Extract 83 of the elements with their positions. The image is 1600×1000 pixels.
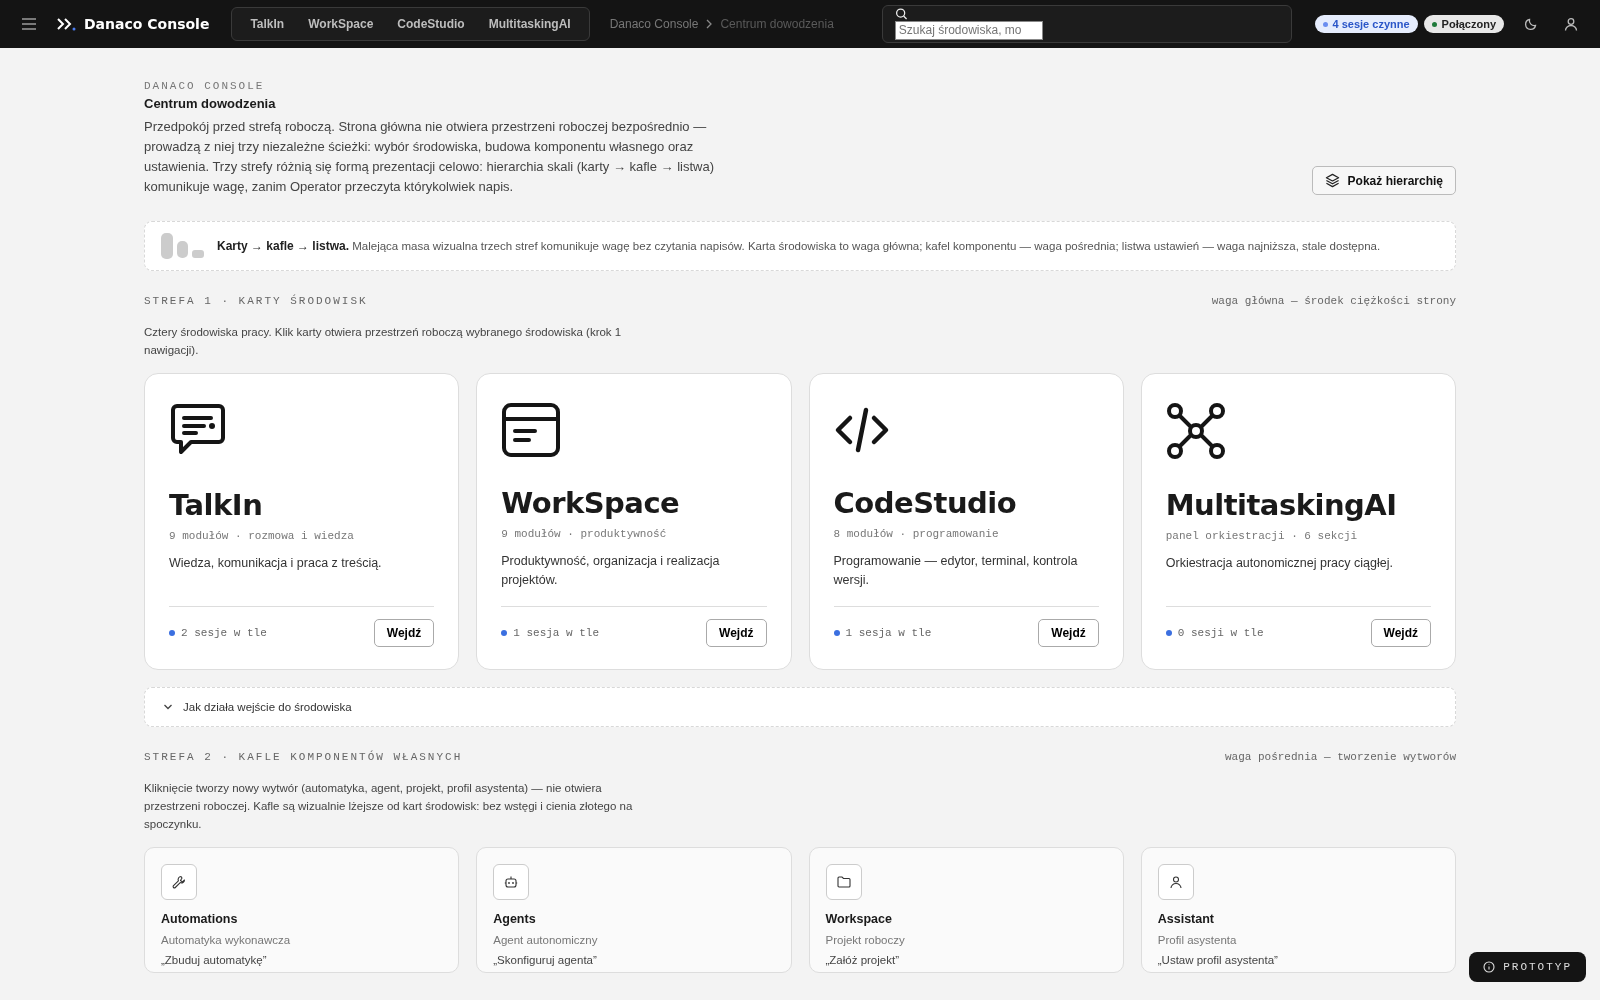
- robot-icon: [504, 875, 519, 889]
- brand-title[interactable]: Danaco Console: [84, 16, 210, 32]
- card-meta: panel orkiestracji · 6 sekcji: [1165, 530, 1359, 542]
- tile-action-text: „Zbuduj automatykę”: [161, 954, 268, 966]
- page-title: Centrum dowodzenia: [144, 96, 277, 111]
- section-description: Kliknięcie tworzy nowy wytwór (automatyka, agent, projekt, profil asystenta) — nie otwiera przestrzeni roboczej. Kafle są wizualnie lżejsze od kart środowisk: bez wstęgi i cienia złotego na spoczynku.: [144, 781, 634, 832]
- tile-subtitle: Agent autonomiczny: [493, 934, 599, 946]
- enter-button[interactable]: Wejdź: [1370, 619, 1431, 647]
- chevron-down-icon: [163, 702, 173, 712]
- card-description: Produktywność, organizacja i realizacja projektów.: [501, 553, 721, 589]
- enter-button[interactable]: Wejdź: [706, 619, 767, 647]
- component-tile[interactable]: Automations Automatyka wykonawcza „Zbuduj automatykę”: [144, 847, 460, 973]
- status-label: 4 sesje czynne: [1332, 18, 1410, 30]
- search-icon: [894, 8, 908, 20]
- scale-icon: [161, 233, 205, 259]
- card-title: MultitaskingAI: [1165, 488, 1398, 522]
- tile-title: Agents: [493, 912, 537, 926]
- breadcrumb-current: Centrum dowodzenia: [720, 17, 834, 31]
- tile-subtitle: Projekt roboczy: [825, 934, 906, 946]
- card-title: WorkSpace: [501, 486, 681, 520]
- section-caption: waga główna — środek ciężkości strony: [1211, 295, 1456, 307]
- tile-action-text: „Skonfiguruj agenta”: [493, 954, 598, 966]
- nav-tab[interactable]: MultitaskingAI: [476, 11, 583, 37]
- banner-text: Karty → kafle → listwa. Malejąca masa wizualna trzech stref komunikuje wagę bez czytania napisów. Karta środowiska to waga główna; kafel komponentu — waga pośrednia; listwa ustawień — waga najniższa, stale dostępna.: [217, 239, 1381, 253]
- tile-title: Automations: [161, 912, 239, 926]
- session-dot: [833, 630, 840, 636]
- layers-icon: [1324, 173, 1340, 188]
- session-count: 1 sesja w tle: [513, 627, 600, 639]
- card-title: TalkIn: [169, 488, 264, 522]
- environment-card[interactable]: CodeStudio 8 modułów · programowanie Programowanie — edytor, terminal, kontrola wersji. 1 sesja w tle Wejdź: [808, 373, 1124, 670]
- session-dot: [169, 630, 175, 636]
- environment-card[interactable]: WorkSpace 9 modułów · produktywność Produktywność, organizacja i realizacja projektów. 1 sesja w tle Wejdź: [476, 373, 792, 670]
- tile-title: Assistant: [1157, 912, 1216, 926]
- environment-card[interactable]: MultitaskingAI panel orkiestracji · 6 sekcji Orkiestracja autonomicznej pracy ciągłej. 0 sesji w tle Wejdź: [1140, 373, 1456, 670]
- chevron-right-icon: [706, 19, 713, 29]
- moon-icon[interactable]: [1524, 17, 1538, 31]
- folder-icon: [836, 876, 851, 888]
- tile-action-text: „Ustaw profil asystenta”: [1157, 954, 1279, 966]
- session-count: 2 sesje w tle: [181, 627, 267, 639]
- search-field[interactable]: Szukaj środowiska, mo: [894, 20, 1043, 40]
- user-icon: [1168, 875, 1183, 889]
- user-icon[interactable]: [1564, 17, 1578, 31]
- session-dot: [501, 630, 508, 636]
- section-heading: STREFA 1 · KARTY ŚRODOWISK: [144, 295, 368, 307]
- card-title: CodeStudio: [833, 486, 1018, 520]
- card-meta: 8 modułów · programowanie: [833, 528, 1000, 540]
- expander-row[interactable]: Jak działa wejście do środowiska: [144, 687, 1456, 727]
- badge-label: PROTOTYP: [1503, 961, 1572, 973]
- card-description: Programowanie — edytor, terminal, kontrola wersji.: [833, 553, 1079, 589]
- section-caption: waga pośrednia — tworzenie wytworów: [1224, 751, 1456, 763]
- info-icon: [1483, 961, 1496, 973]
- tile-action-text: „Załóż projekt”: [825, 954, 900, 966]
- nav-tab[interactable]: TalkIn: [238, 11, 297, 37]
- hierarchy-button[interactable]: Pokaż hierarchię: [1311, 166, 1456, 195]
- component-tile[interactable]: Assistant Profil asystenta „Ustaw profil asystenta”: [1140, 847, 1456, 973]
- section-heading: STREFA 2 · KAFLE KOMPONENTÓW WŁASNYCH: [144, 751, 463, 763]
- session-count: 0 sesji w tle: [1177, 627, 1264, 639]
- environment-card[interactable]: TalkIn 9 modułów · rozmowa i wiedza Wiedza, komunikacja i praca z treścią. 2 sesje w tle Wejdź: [144, 373, 460, 670]
- card-description: Wiedza, komunikacja i praca z treścią.: [169, 555, 383, 572]
- intro-paragraph: Przedpokój przed strefą roboczą. Strona główna nie otwiera przestrzeni roboczej bezpośrednio — prowadzą z niej trzy niezależne ścieżki: wybór środowiska, budowa komponentu własnego oraz ustawienia. Trzy strefy różnią się formą prezentacji celowo: hierarchia skali (karty → kafle → listwa) komunikuje wagę, zanim Operator przeczyta którykolwiek napis.: [144, 118, 716, 196]
- card-meta: 9 modułów · rozmowa i wiedza: [169, 530, 355, 542]
- card-meta: 9 modułów · produktywność: [501, 528, 668, 540]
- tile-subtitle: Profil asystenta: [1157, 934, 1238, 946]
- nav-tab[interactable]: WorkSpace: [296, 11, 386, 37]
- breadcrumb-link[interactable]: Danaco Console: [609, 17, 699, 31]
- status-label: Połączony: [1441, 18, 1496, 30]
- component-tile[interactable]: Agents Agent autonomiczny „Skonfiguruj agenta”: [476, 847, 792, 973]
- menu-icon[interactable]: [22, 18, 36, 30]
- wrench-icon: [172, 875, 186, 889]
- card-description: Orkiestracja autonomicznej pracy ciągłej.: [1165, 555, 1394, 572]
- network-icon: [1165, 402, 1226, 460]
- eyebrow-label: DANACO CONSOLE: [144, 80, 266, 92]
- session-dot: [1165, 630, 1172, 636]
- nav-tab[interactable]: CodeStudio: [385, 11, 477, 37]
- section-description: Cztery środowiska pracy. Klik karty otwiera przestrzeń roboczą wybranego środowiska (krok 1 nawigacji).: [144, 325, 623, 358]
- component-tile[interactable]: Workspace Projekt roboczy „Załóż projekt”: [808, 847, 1124, 973]
- session-count: 1 sesja w tle: [845, 627, 932, 639]
- tile-subtitle: Automatyka wykonawcza: [161, 934, 292, 946]
- enter-button[interactable]: Wejdź: [373, 619, 435, 647]
- enter-button[interactable]: Wejdź: [1038, 619, 1099, 647]
- browser-window-icon: [501, 402, 562, 458]
- chevrons-icon: [56, 17, 76, 31]
- tile-title: Workspace: [825, 912, 893, 926]
